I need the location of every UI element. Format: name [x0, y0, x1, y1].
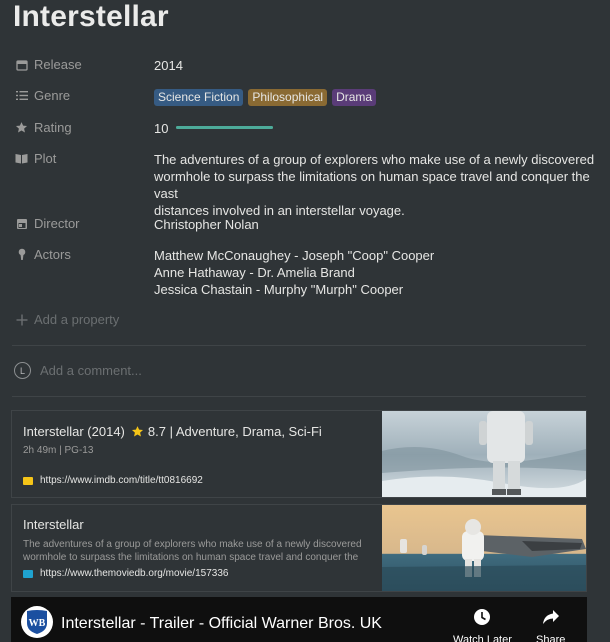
star-icon — [15, 121, 28, 134]
rating-value: 10 — [154, 121, 169, 136]
plot-label: Plot — [34, 151, 57, 166]
property-actors: Actors Matthew McConaughey - Joseph "Coo… — [15, 247, 595, 299]
book-icon — [15, 152, 28, 165]
page-title[interactable]: Interstellar — [13, 0, 169, 34]
release-value[interactable]: 2014 — [154, 57, 183, 74]
rating-progress-fill — [176, 126, 274, 130]
share-icon — [542, 608, 560, 629]
comment-input[interactable]: L Add a comment... — [14, 362, 142, 379]
property-key-release[interactable]: Release — [15, 57, 145, 72]
clock-icon — [473, 608, 491, 629]
actor-line: Anne Hathaway - Dr. Amelia Brand — [154, 265, 355, 280]
bookmark-description: The adventures of a group of explorers w… — [23, 539, 362, 563]
rating-progress-bar — [176, 126, 274, 130]
rating-value-container[interactable]: 10 — [154, 120, 274, 137]
property-director: Director Christopher Nolan — [15, 216, 595, 233]
bookmark-url: https://www.imdb.com/title/tt0816692 — [40, 475, 203, 486]
genre-label: Genre — [34, 88, 71, 103]
bookmark-url: https://www.themoviedb.org/movie/157336 — [40, 568, 229, 579]
share-label: Share — [536, 634, 566, 642]
star-icon — [131, 425, 144, 438]
clapperboard-icon — [15, 217, 28, 230]
bookmark-title: Interstellar (2014) — [23, 424, 125, 439]
list-icon — [15, 89, 28, 102]
actor-line: Jessica Chastain - Murphy "Murph" Cooper — [154, 282, 404, 297]
plot-value[interactable]: The adventures of a group of explorers w… — [154, 151, 595, 219]
release-label: Release — [34, 57, 82, 72]
property-release: Release 2014 — [15, 57, 595, 74]
divider — [12, 396, 586, 397]
genre-tag[interactable]: Science Fiction — [154, 89, 244, 106]
bookmark-title: Interstellar — [23, 517, 84, 532]
genre-tags[interactable]: Science Fiction Philosophical Drama — [154, 88, 381, 106]
genre-tag[interactable]: Philosophical — [248, 89, 328, 106]
bookmark-subtitle: 2h 49m | PG-13 — [23, 445, 94, 456]
logo-text: WB — [29, 618, 46, 629]
actors-value[interactable]: Matthew McConaughey - Joseph "Coop" Coop… — [154, 247, 434, 298]
tmdb-favicon-icon — [23, 569, 33, 578]
plot-line: The adventures of a group of explorers w… — [154, 152, 595, 167]
bookmark-rating: 8.7 | Adventure, Drama, Sci-Fi — [147, 424, 322, 439]
avatar: L — [14, 362, 31, 379]
actor-line: Matthew McConaughey - Joseph "Coop" Coop… — [154, 248, 435, 263]
property-plot: Plot The adventures of a group of explor… — [15, 151, 595, 218]
add-property-label: Add a property — [34, 312, 120, 327]
property-key-director[interactable]: Director — [15, 216, 145, 231]
bookmark-card-tmdb[interactable]: Interstellar The adventures of a group o… — [11, 504, 587, 592]
divider — [12, 345, 586, 346]
astronaut-ice-image — [382, 411, 586, 497]
property-key-plot[interactable]: Plot — [15, 151, 145, 166]
property-key-genre[interactable]: Genre — [15, 88, 145, 103]
actors-label: Actors — [34, 247, 71, 262]
genre-tag[interactable]: Drama — [332, 89, 377, 106]
video-title[interactable]: Interstellar - Trailer - Official Warner… — [61, 615, 382, 633]
share-button[interactable]: Share — [536, 608, 565, 642]
rating-label: Rating — [34, 120, 72, 135]
calendar-icon — [15, 58, 28, 71]
comment-placeholder: Add a comment... — [40, 363, 142, 378]
property-key-rating[interactable]: Rating — [15, 120, 145, 135]
astronaut-water-image — [382, 505, 586, 591]
add-property-button[interactable]: Add a property — [15, 312, 595, 329]
watch-later-label: Watch Later — [453, 634, 512, 642]
imdb-favicon-icon — [23, 476, 33, 485]
bookmark-thumbnail — [382, 505, 586, 591]
person-icon — [15, 248, 28, 261]
plus-icon — [15, 313, 28, 326]
bookmark-title-row: Interstellar (2014) 8.7 | Adventure, Dra… — [23, 424, 322, 439]
warner-bros-logo[interactable]: WB — [21, 606, 53, 638]
add-property-row: Add a property — [15, 312, 215, 327]
plot-line: wormhole to surpass the limitations on h… — [154, 169, 590, 201]
bookmark-url-row: https://www.imdb.com/title/tt0816692 — [23, 475, 203, 486]
bookmark-url-row: https://www.themoviedb.org/movie/157336 — [23, 568, 228, 579]
property-rating: Rating 10 — [15, 120, 595, 137]
watch-later-button[interactable]: Watch Later — [453, 608, 512, 642]
bookmark-card-imdb[interactable]: Interstellar (2014) 8.7 | Adventure, Dra… — [11, 410, 587, 498]
property-genre: Genre Science Fiction Philosophical Drama — [15, 88, 595, 106]
director-label: Director — [34, 216, 80, 231]
bookmark-thumbnail — [382, 411, 586, 497]
director-value[interactable]: Christopher Nolan — [154, 216, 259, 233]
video-embed[interactable]: WB Interstellar - Trailer - Official War… — [11, 597, 587, 642]
property-key-actors[interactable]: Actors — [15, 247, 145, 262]
